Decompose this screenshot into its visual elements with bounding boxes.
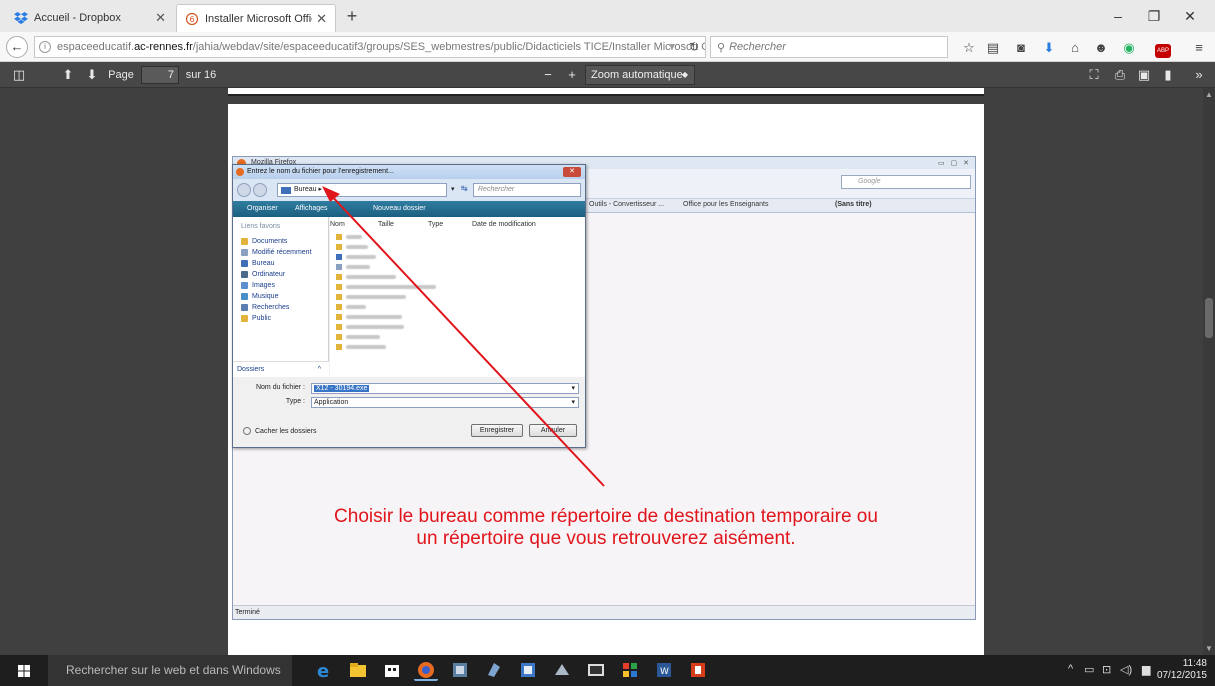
app-icon[interactable] bbox=[550, 659, 574, 681]
network-icon[interactable]: ⊡ bbox=[1102, 663, 1111, 676]
close-window-button[interactable]: ✕ bbox=[1172, 4, 1208, 28]
tray-chevron-up-icon[interactable]: ^ bbox=[1068, 663, 1073, 675]
firefox-taskbar-icon[interactable] bbox=[414, 659, 438, 681]
clock-time: 11:48 bbox=[1182, 658, 1207, 669]
start-button[interactable] bbox=[0, 655, 48, 686]
url-path: /jahia/webdav/site/espaceeducatif3/group… bbox=[192, 41, 706, 53]
close-tab-icon[interactable]: ✕ bbox=[155, 10, 166, 26]
app-icon[interactable] bbox=[618, 659, 642, 681]
zoom-in-button[interactable]: + bbox=[564, 65, 580, 85]
taskbar-search[interactable]: Rechercher sur le web et dans Windows bbox=[48, 655, 292, 686]
windows-taskbar: Rechercher sur le web et dans Windows e … bbox=[0, 655, 1215, 686]
edge-icon[interactable]: e bbox=[312, 659, 336, 682]
chat-icon[interactable]: ☻ bbox=[1092, 40, 1110, 56]
app-icon[interactable] bbox=[448, 659, 472, 681]
battery-icon[interactable]: ▭ bbox=[1084, 663, 1094, 676]
tab-label: Accueil - Dropbox bbox=[34, 12, 121, 24]
close-tab-icon[interactable]: ✕ bbox=[316, 11, 327, 27]
scroll-up-icon[interactable]: ▲ bbox=[1203, 90, 1215, 99]
word-icon[interactable]: W bbox=[652, 659, 676, 681]
svg-text:6: 6 bbox=[189, 15, 194, 24]
clock-date: 07/12/2015 bbox=[1156, 670, 1207, 681]
navigation-bar: ← i espaceeducatif. ac-rennes.fr/jahia/we… bbox=[0, 32, 1215, 62]
back-button[interactable]: ← bbox=[6, 36, 28, 58]
clock[interactable]: 11:48 07/12/2015 bbox=[1157, 658, 1207, 682]
tab-installer-office[interactable]: 6 Installer Microsoft Office.... ✕ bbox=[176, 4, 336, 32]
page-number-input[interactable]: 7 bbox=[141, 66, 179, 84]
search-input[interactable]: ⚲ Rechercher bbox=[710, 36, 948, 58]
home-icon[interactable]: ⌂ bbox=[1066, 40, 1084, 56]
print-icon[interactable]: ⎙ bbox=[1112, 65, 1128, 85]
app-icon[interactable] bbox=[516, 659, 540, 681]
search-placeholder: Rechercher bbox=[729, 41, 786, 53]
tab-bar: Accueil - Dropbox ✕ 6 Installer Microsof… bbox=[0, 0, 1215, 32]
pdf-app-icon[interactable] bbox=[686, 659, 710, 681]
app-icon[interactable] bbox=[482, 659, 506, 681]
windows-logo-icon bbox=[18, 664, 30, 677]
pdf-toolbar: ◫ ⬆ ⬇ Page : 7 sur 16 − + Zoom automatiq… bbox=[0, 62, 1215, 101]
tools-menu-icon[interactable]: » bbox=[1190, 65, 1208, 85]
site-info-icon[interactable]: i bbox=[39, 41, 51, 53]
save-document-icon[interactable]: ▣ bbox=[1136, 65, 1152, 85]
reload-icon[interactable]: ↻ bbox=[689, 40, 699, 54]
scroll-down-icon[interactable]: ▼ bbox=[1203, 644, 1215, 653]
sidebar-toggle-icon[interactable]: ◫ bbox=[10, 65, 28, 85]
tab-label: Installer Microsoft Office.... bbox=[205, 12, 312, 25]
page-label: Page : bbox=[108, 69, 134, 101]
volume-icon[interactable]: ◁) bbox=[1120, 663, 1132, 676]
pdf-favicon-icon: 6 bbox=[185, 12, 199, 26]
pdf-viewer[interactable]: Mozilla Firefox ▭ ▢ ✕ Google Outils - Co… bbox=[0, 88, 1215, 655]
search-icon: ⚲ bbox=[717, 41, 726, 54]
reading-list-icon[interactable]: ▤ bbox=[984, 40, 1002, 56]
menu-icon[interactable]: ≡ bbox=[1190, 40, 1208, 56]
chevron-down-icon: ◆ bbox=[681, 70, 688, 79]
previous-page-icon[interactable]: ⬆ bbox=[60, 65, 76, 85]
bookmark-icon[interactable]: ▮ bbox=[1160, 65, 1176, 85]
presentation-mode-icon[interactable]: ⛶ bbox=[1086, 65, 1102, 85]
svg-text:W: W bbox=[660, 667, 669, 677]
minimize-button[interactable]: – bbox=[1100, 4, 1136, 28]
dropbox-icon bbox=[14, 11, 28, 25]
extension-icon[interactable]: ◉ bbox=[1120, 40, 1138, 56]
url-prefix: espaceeducatif. bbox=[57, 41, 135, 53]
tab-dropbox[interactable]: Accueil - Dropbox ✕ bbox=[6, 4, 174, 32]
store-icon[interactable] bbox=[380, 659, 404, 681]
notifications-icon[interactable]: ▆ bbox=[1142, 663, 1150, 676]
next-page-icon[interactable]: ⬇ bbox=[84, 65, 100, 85]
file-explorer-icon[interactable] bbox=[346, 659, 370, 681]
scrollbar-thumb[interactable] bbox=[1205, 298, 1213, 338]
zoom-value: Zoom automatique bbox=[591, 69, 683, 81]
new-tab-button[interactable]: + bbox=[342, 6, 362, 27]
zoom-select[interactable]: Zoom automatique ◆ bbox=[585, 65, 695, 85]
restore-button[interactable]: ❐ bbox=[1136, 4, 1172, 28]
url-dropdown-icon[interactable]: ▼ bbox=[667, 42, 677, 53]
vertical-scrollbar[interactable]: ▲ ▼ bbox=[1203, 88, 1215, 655]
abp-icon[interactable]: ABP bbox=[1150, 40, 1176, 58]
star-icon[interactable]: ☆ bbox=[960, 40, 978, 56]
pocket-icon[interactable]: ◙ bbox=[1012, 40, 1030, 56]
svg-text:e: e bbox=[317, 661, 329, 681]
zoom-out-button[interactable]: − bbox=[540, 65, 556, 85]
app-icon[interactable] bbox=[584, 659, 608, 681]
url-bar[interactable]: i espaceeducatif. ac-rennes.fr/jahia/webd… bbox=[34, 36, 706, 58]
url-host: ac-rennes.fr bbox=[134, 41, 193, 53]
red-arrow-annotation bbox=[322, 186, 605, 487]
page-total: sur 16 bbox=[185, 69, 217, 81]
download-icon[interactable]: ⬇ bbox=[1040, 40, 1058, 56]
